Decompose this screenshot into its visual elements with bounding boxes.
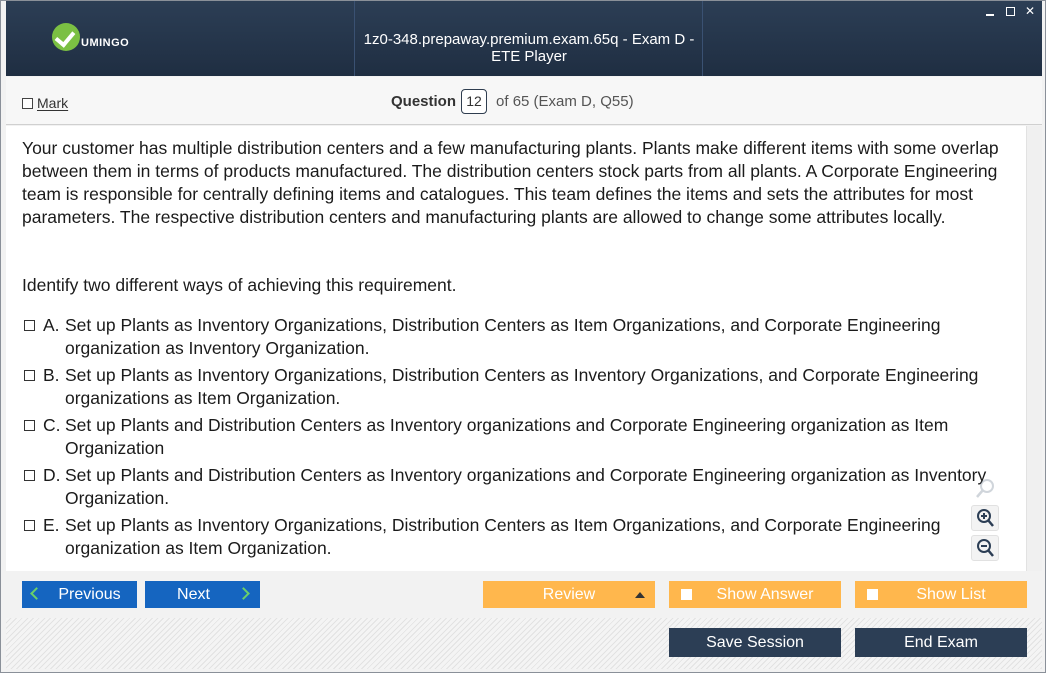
arrow-right-icon	[237, 587, 250, 600]
navigation-bar: Previous Next Review Show Answer Show Li…	[6, 572, 1042, 618]
option-text: Set up Plants and Distribution Centers a…	[65, 415, 949, 458]
minimize-icon[interactable]	[984, 5, 996, 17]
previous-label: Previous	[58, 585, 121, 603]
search-icon	[976, 479, 994, 498]
zoom-tools	[969, 477, 1001, 563]
mark-label[interactable]: Mark	[37, 95, 68, 111]
previous-button[interactable]: Previous	[22, 581, 137, 608]
window-title: 1z0-348.prepaway.premium.exam.65q - Exam…	[363, 31, 695, 65]
question-count-text: of 65 (Exam D, Q55)	[496, 93, 634, 110]
question-number-input[interactable]: 12	[461, 89, 488, 114]
title-divider	[702, 1, 703, 76]
zoom-in-icon[interactable]	[975, 508, 995, 528]
question-instruction: Identify two different ways of achieving…	[22, 275, 457, 295]
option-checkbox[interactable]	[24, 320, 35, 331]
window-controls: ✕	[984, 4, 1036, 18]
question-text: Your customer has multiple distribution …	[22, 138, 999, 227]
show-answer-label: Show Answer	[716, 585, 814, 603]
zoom-out-icon[interactable]	[975, 538, 995, 558]
question-bar: Mark Question 12 of 65 (Exam D, Q55)	[6, 77, 1042, 125]
question-content: Your customer has multiple distribution …	[6, 126, 1026, 571]
option-letter: D.	[43, 465, 61, 485]
ete-player-window: UMINGO 1z0-348.prepaway.premium.exam.65q…	[0, 0, 1046, 673]
logo-text: UMINGO	[81, 37, 130, 49]
option-letter: B.	[43, 365, 60, 385]
question-navigator: Question 12 of 65 (Exam D, Q55)	[391, 89, 634, 114]
option-checkbox[interactable]	[24, 520, 35, 531]
show-list-label: Show List	[916, 585, 986, 603]
save-session-button[interactable]: Save Session	[669, 628, 841, 657]
option-checkbox[interactable]	[24, 470, 35, 481]
vumingo-logo: UMINGO	[52, 23, 129, 51]
review-button[interactable]: Review	[483, 581, 655, 608]
next-button[interactable]: Next	[145, 581, 260, 608]
next-label: Next	[177, 585, 210, 603]
zoom-in-button[interactable]	[971, 505, 999, 531]
maximize-icon[interactable]	[1004, 5, 1016, 17]
option-text: Set up Plants as Inventory Organizations…	[65, 315, 941, 358]
option-text: Set up Plants as Inventory Organizations…	[65, 515, 941, 558]
vertical-scrollbar[interactable]	[1026, 126, 1042, 571]
zoom-out-button[interactable]	[971, 535, 999, 561]
option-letter: C.	[43, 415, 61, 435]
caret-up-icon	[635, 592, 645, 598]
end-exam-button[interactable]: End Exam	[855, 628, 1027, 657]
option-checkbox[interactable]	[24, 420, 35, 431]
bottom-bar: Save Session End Exam	[6, 618, 1042, 669]
option-letter: A.	[43, 315, 60, 335]
mark-checkbox[interactable]: Mark	[22, 95, 68, 111]
show-answer-checkbox[interactable]	[681, 589, 692, 600]
show-answer-button[interactable]: Show Answer	[669, 581, 841, 608]
option-text: Set up Plants as Inventory Organizations…	[65, 365, 979, 408]
option-checkbox[interactable]	[24, 370, 35, 381]
show-list-checkbox[interactable]	[867, 589, 878, 600]
question-label: Question	[391, 93, 457, 110]
title-bar: UMINGO 1z0-348.prepaway.premium.exam.65q…	[6, 1, 1042, 76]
show-list-button[interactable]: Show List	[855, 581, 1027, 608]
checkbox-icon[interactable]	[22, 97, 33, 109]
review-label: Review	[542, 585, 596, 603]
arrow-left-icon	[30, 587, 43, 600]
close-icon[interactable]: ✕	[1024, 4, 1036, 18]
checkmark-logo-icon	[52, 23, 80, 51]
option-letter: E.	[43, 515, 60, 535]
option-text: Set up Plants and Distribution Centers a…	[65, 465, 987, 508]
